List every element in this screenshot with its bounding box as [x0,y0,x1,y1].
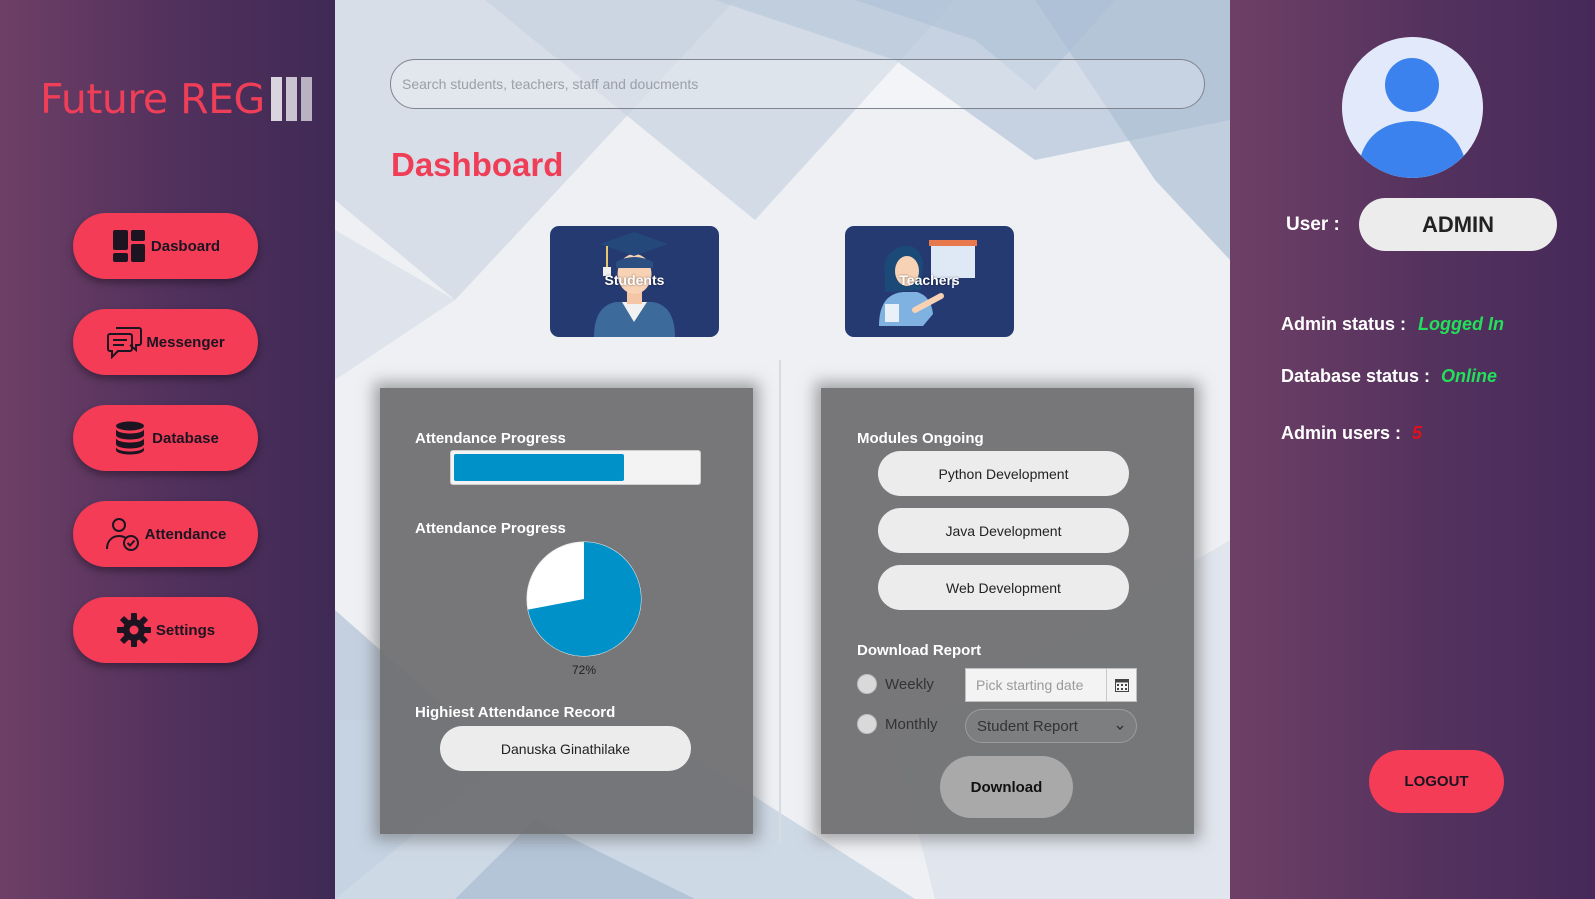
weekly-label: Weekly [885,675,934,693]
logo-text: Future REG [40,75,265,123]
admin-users-label: Admin users : [1281,423,1402,443]
app-logo: Future REG [40,74,312,124]
start-date-picker[interactable] [965,668,1137,702]
module-python[interactable]: Python Development [878,451,1129,496]
download-button[interactable]: Download [940,756,1073,818]
attendance-pie-chart [526,541,642,657]
admin-users-count: 5 [1412,423,1423,443]
avatar[interactable] [1342,37,1483,178]
admin-status-label: Admin status : [1281,314,1407,334]
user-panel: User : ADMIN Admin status : Logged In Da… [1230,0,1595,899]
column-divider [779,360,781,843]
students-tile[interactable]: Students [550,226,719,337]
attendance-progress-bar [450,450,701,485]
sidebar-item-label: Attendance [144,525,227,543]
module-java[interactable]: Java Development [878,508,1129,553]
sidebar-item-messenger[interactable]: Messenger [73,309,258,375]
database-icon [112,420,148,456]
report-type-select[interactable]: Student Report [965,709,1137,743]
search-bar[interactable] [390,59,1205,109]
monthly-label: Monthly [885,715,938,733]
attendance-card: Attendance Progress Attendance Progress … [380,388,753,834]
user-check-icon [105,516,141,552]
sidebar-item-label: Dasboard [150,237,221,255]
report-type-value: Student Report [977,717,1078,735]
modules-heading: Modules Ongoing [857,430,984,447]
user-avatar-icon [1342,37,1483,178]
chat-icon [106,324,143,360]
sidebar-item-label: Database [152,429,219,447]
report-heading: Download Report [857,642,982,659]
record-heading: Highiest Attendance Record [415,704,616,721]
sidebar-item-label: Settings [155,621,216,639]
pie-heading: Attendance Progress [415,520,566,537]
monthly-option[interactable]: Monthly [857,714,938,734]
chevron-down-icon [1116,718,1124,735]
left-sidebar: Future REG Dasboard Messenger Database A… [0,0,335,899]
tile-label: Students [604,272,665,288]
user-label: User : [1286,214,1340,235]
module-web[interactable]: Web Development [878,565,1129,610]
pie-label: 72% [571,663,597,677]
progress-fill [454,454,625,481]
main-panel: Dashboard Students Teachers [335,0,1230,899]
page-title: Dashboard [391,146,564,183]
record-value: Danuska Ginathilake [440,726,691,771]
gear-icon [116,612,152,648]
tile-label: Teachers [899,272,960,288]
database-status-label: Database status : [1281,366,1431,386]
user-name: ADMIN [1359,198,1557,251]
sidebar-item-dashboard[interactable]: Dasboard [73,213,258,279]
logout-button[interactable]: LOGOUT [1369,750,1504,813]
sidebar-item-label: Messenger [146,333,225,351]
dashboard-icon [111,228,147,264]
monthly-radio[interactable] [857,714,877,734]
search-input[interactable] [402,76,1204,92]
modules-card: Modules Ongoing Python Development Java … [821,388,1194,834]
admin-status-value: Logged In [1418,314,1504,334]
logo-bars-icon [270,77,312,121]
sidebar-item-settings[interactable]: Settings [73,597,258,663]
progress-heading: Attendance Progress [415,430,566,447]
weekly-option[interactable]: Weekly [857,674,934,694]
weekly-radio[interactable] [857,674,877,694]
sidebar-item-database[interactable]: Database [73,405,258,471]
teachers-tile[interactable]: Teachers [845,226,1014,337]
start-date-input[interactable] [966,669,1106,701]
database-status-value: Online [1441,366,1498,386]
calendar-icon[interactable] [1106,669,1136,701]
sidebar-item-attendance[interactable]: Attendance [73,501,258,567]
